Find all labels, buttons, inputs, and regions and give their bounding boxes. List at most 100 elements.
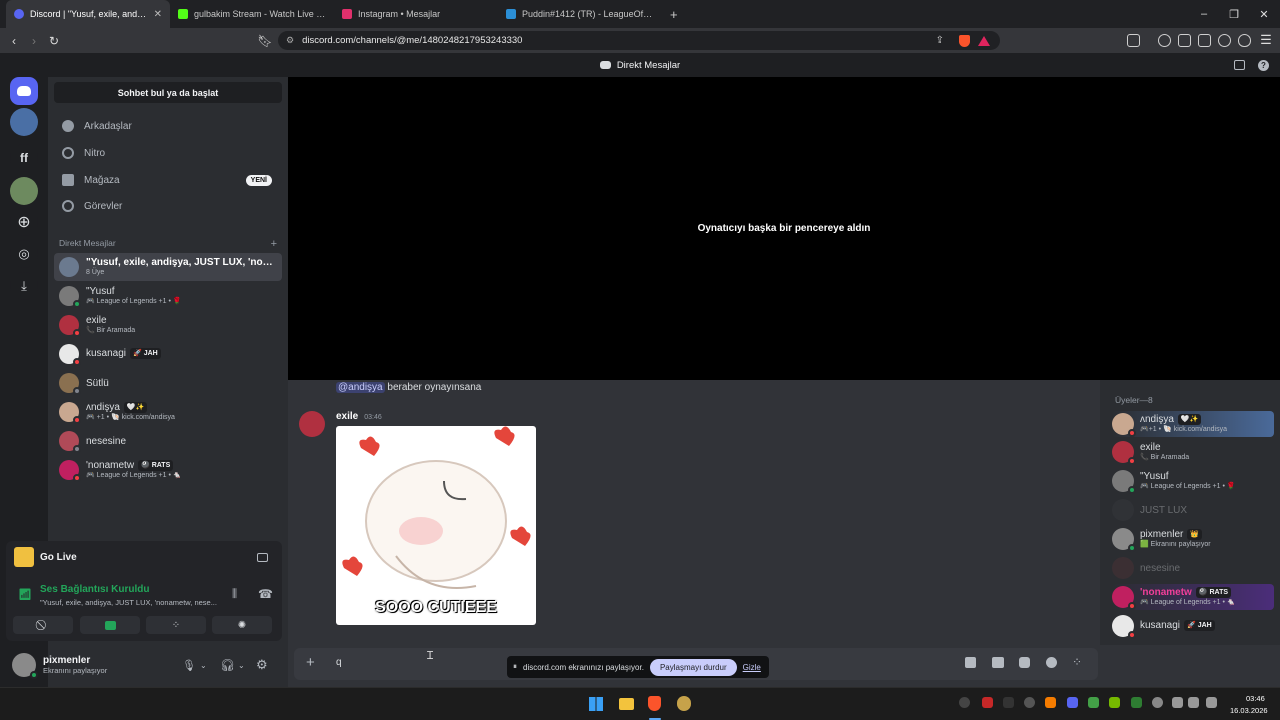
hide-link[interactable]: Gizle bbox=[743, 663, 761, 672]
emoji-icon[interactable] bbox=[1046, 657, 1057, 668]
tray-app-icon[interactable] bbox=[1003, 697, 1014, 708]
tray-volume-icon[interactable] bbox=[1188, 697, 1199, 708]
forward-arrow-icon[interactable]: › bbox=[24, 31, 44, 51]
browser-tab-discord[interactable]: Discord | "Yusuf, exile, andişya, JUST L… bbox=[6, 0, 170, 28]
media-icon[interactable] bbox=[1158, 34, 1171, 47]
minimize-button[interactable]: – bbox=[1188, 0, 1220, 28]
maximize-button[interactable]: ❐ bbox=[1218, 0, 1250, 28]
member-item[interactable]: 'nonametw 🎱 RATS 🎮 League of Legends +1 • … bbox=[1112, 584, 1274, 610]
browser-tab-kick[interactable]: gulbakim Stream - Watch Live on Kick bbox=[170, 0, 334, 28]
vpn-shield-icon[interactable] bbox=[1238, 34, 1251, 47]
soundboard-button[interactable]: ✺ bbox=[212, 616, 272, 634]
settings-gear-icon[interactable]: ⚙ bbox=[256, 657, 268, 673]
camera-off-button[interactable]: ⃠ bbox=[13, 616, 73, 634]
server-avatar[interactable] bbox=[10, 177, 38, 205]
member-item[interactable]: kusanagi 🚀 JAH bbox=[1112, 613, 1274, 639]
tray-app-icon[interactable] bbox=[959, 697, 970, 708]
chevron-down-icon[interactable]: ⌄ bbox=[238, 661, 245, 670]
tray-nvidia-icon[interactable] bbox=[1109, 697, 1120, 708]
dm-item[interactable]: kusanagi 🚀 JAH bbox=[54, 340, 282, 368]
avatar[interactable] bbox=[299, 411, 325, 437]
user-mention[interactable]: @andişya bbox=[336, 382, 385, 393]
chevron-down-icon[interactable]: ⌄ bbox=[200, 661, 207, 670]
stream-view[interactable]: Oynatıcıyı başka bir pencereye aldın bbox=[288, 77, 1280, 380]
brave-browser-icon[interactable] bbox=[648, 696, 661, 711]
server-ff-icon[interactable]: ff bbox=[10, 144, 38, 172]
dm-item[interactable]: ᴧndişya 🤍✨ 🎮 +1 • 🐚 kick.com/andisya bbox=[54, 398, 282, 426]
file-explorer-icon[interactable] bbox=[619, 698, 634, 710]
gif-attachment[interactable]: SOOO CUTIEEE bbox=[336, 426, 536, 625]
apps-icon[interactable]: ⁘ bbox=[1072, 655, 1082, 669]
member-item[interactable]: pixmenler 👑 🟩 Ekranını paylaşıyor bbox=[1112, 526, 1274, 552]
brave-shields-icon[interactable] bbox=[959, 34, 970, 47]
member-item[interactable]: JUST LUX bbox=[1112, 497, 1274, 523]
gif-icon[interactable] bbox=[992, 657, 1004, 668]
dm-item[interactable]: nesesine bbox=[54, 427, 282, 455]
member-item[interactable]: nesesine bbox=[1112, 555, 1274, 581]
microphone-icon[interactable]: 🎙︎ bbox=[182, 659, 196, 672]
url-field[interactable]: ⚙ discord.com/channels/@me/1480248217953… bbox=[278, 31, 1000, 50]
message-author[interactable]: exile bbox=[336, 411, 358, 422]
activities-button[interactable]: ⁘ bbox=[146, 616, 206, 634]
avatar[interactable] bbox=[12, 653, 38, 679]
noise-suppression-icon[interactable]: ⫼ bbox=[232, 588, 237, 601]
tray-microphone-icon[interactable] bbox=[1152, 697, 1163, 708]
reader-mode-icon[interactable] bbox=[1127, 34, 1140, 47]
disconnect-icon[interactable]: ☎︎ bbox=[258, 587, 273, 601]
gift-icon[interactable] bbox=[965, 657, 976, 668]
stop-sharing-button[interactable]: Paylaşmayı durdur bbox=[649, 658, 737, 676]
tray-discord-icon[interactable] bbox=[1067, 697, 1078, 708]
tray-date[interactable]: 16.03.2026 bbox=[1230, 706, 1268, 715]
wallet-icon[interactable] bbox=[1198, 34, 1211, 47]
sidebar-item-nitro[interactable]: Nitro bbox=[54, 140, 282, 166]
reload-icon[interactable]: ↻ bbox=[44, 31, 64, 51]
screen-share-button[interactable] bbox=[80, 616, 140, 634]
new-tab-button[interactable]: + bbox=[662, 7, 686, 22]
sidebar-item-shop[interactable]: Mağaza YENİ bbox=[54, 167, 282, 193]
browser-tab-instagram[interactable]: Instagram • Mesajlar bbox=[334, 0, 498, 28]
help-icon[interactable]: ? bbox=[1258, 59, 1269, 71]
popout-icon[interactable] bbox=[257, 552, 268, 562]
message-input[interactable]: q bbox=[336, 657, 342, 668]
dm-item[interactable]: "Yusuf 🎮 League of Legends +1 • 🌹 bbox=[54, 282, 282, 310]
window-close-button[interactable]: ✕ bbox=[1248, 0, 1280, 28]
member-item[interactable]: ᴧndişya 🤍✨ 🎮+1 • 🐚 kick.com/andisya bbox=[1112, 411, 1274, 437]
leo-ai-icon[interactable] bbox=[1218, 34, 1231, 47]
attach-plus-button[interactable]: + bbox=[306, 654, 315, 671]
tray-battery-icon[interactable] bbox=[1206, 697, 1217, 708]
member-item[interactable]: "Yusuf 🎮 League of Legends +1 • 🌹 bbox=[1112, 468, 1274, 494]
tray-app-icon[interactable] bbox=[1088, 697, 1099, 708]
bookmark-icon[interactable]: 🔖︎ bbox=[255, 31, 275, 51]
sidebar-item-quests[interactable]: Görevler bbox=[54, 193, 282, 219]
tray-app-icon[interactable] bbox=[1131, 697, 1142, 708]
sidebar-icon[interactable] bbox=[1178, 34, 1191, 47]
discover-icon[interactable]: ◎ bbox=[10, 240, 38, 268]
headphones-icon[interactable]: 🎧︎ bbox=[220, 658, 235, 672]
start-windows-icon[interactable] bbox=[589, 697, 603, 711]
sidebar-item-friends[interactable]: Arkadaşlar bbox=[54, 113, 282, 139]
close-icon[interactable]: ✕ bbox=[154, 9, 162, 20]
inbox-icon[interactable] bbox=[1234, 60, 1245, 70]
browser-tab-leagueofgraphs[interactable]: Puddin#1412 (TR) - LeagueOfGraphs bbox=[498, 0, 662, 28]
create-dm-button[interactable]: + bbox=[271, 238, 277, 250]
dm-item[interactable]: Sütlü bbox=[54, 369, 282, 397]
voice-status[interactable]: Ses Bağlantısı Kuruldu bbox=[40, 584, 149, 595]
tray-app-icon[interactable] bbox=[1045, 697, 1056, 708]
site-settings-icon[interactable]: ⚙ bbox=[286, 35, 294, 46]
dm-item[interactable]: 'nonametw 🎱 RATS 🎮 League of Legends +1 • … bbox=[54, 456, 282, 484]
dm-item[interactable]: exile 📞 Bir Aramada bbox=[54, 311, 282, 339]
member-item[interactable]: exile 📞 Bir Aramada bbox=[1112, 439, 1274, 465]
sticker-icon[interactable] bbox=[1019, 657, 1030, 668]
menu-icon[interactable]: ☰ bbox=[1256, 30, 1276, 50]
tray-app-icon[interactable] bbox=[982, 697, 993, 708]
server-avatar[interactable] bbox=[10, 108, 38, 136]
app-icon[interactable] bbox=[677, 696, 691, 711]
back-arrow-icon[interactable]: ‹ bbox=[4, 31, 24, 51]
tray-network-icon[interactable] bbox=[1172, 697, 1183, 708]
add-server-icon[interactable]: ⊕ bbox=[10, 208, 38, 236]
download-icon[interactable]: ⤓ bbox=[10, 272, 38, 300]
brave-rewards-icon[interactable] bbox=[978, 35, 990, 46]
home-discord-icon[interactable] bbox=[10, 77, 38, 105]
share-icon[interactable]: ⇪ bbox=[936, 35, 944, 46]
go-live-banner[interactable]: Go Live bbox=[6, 541, 282, 573]
